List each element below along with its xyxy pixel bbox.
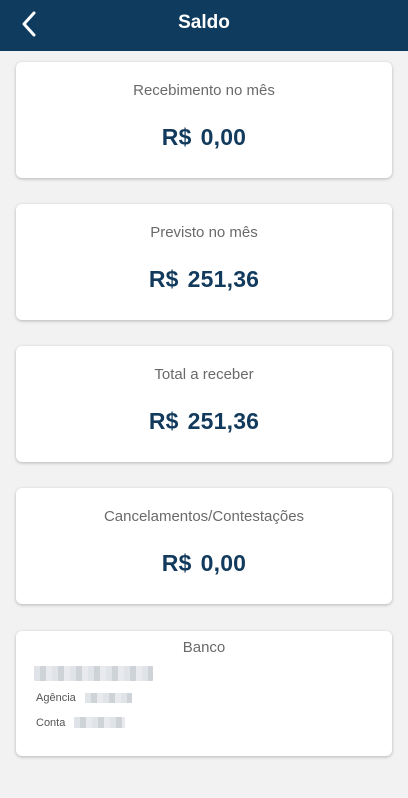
bank-card: Banco Agência Conta: [16, 631, 392, 756]
card-label: Cancelamentos/Contestações: [103, 508, 305, 525]
card-value: R$ 0,00: [16, 124, 392, 151]
conta-label: Conta: [36, 717, 66, 729]
back-button[interactable]: [14, 9, 44, 39]
agencia-label: Agência: [36, 692, 76, 704]
bank-name-redacted: [34, 666, 153, 681]
card-cancelamentos: Cancelamentos/Contestações R$ 0,00: [16, 488, 392, 604]
balance-content: Recebimento no mês R$ 0,00 Previsto no mê…: [0, 51, 408, 798]
amount: 0,00: [200, 124, 247, 150]
amount: 0,00: [200, 550, 247, 576]
card-label: Previsto no mês: [150, 224, 258, 241]
card-previsto-mes: Previsto no mês R$ 251,36: [16, 204, 392, 320]
currency-symbol: R$: [161, 550, 192, 576]
amount: 251,36: [187, 266, 260, 292]
card-value: R$ 0,00: [16, 550, 392, 577]
app-bar: Saldo: [0, 0, 408, 51]
chevron-left-icon: [22, 11, 36, 37]
card-value: R$ 251,36: [16, 408, 392, 435]
currency-symbol: R$: [148, 408, 179, 434]
page-title: Saldo: [178, 11, 230, 33]
currency-symbol: R$: [148, 266, 179, 292]
card-total-receber: Total a receber R$ 251,36: [16, 346, 392, 462]
bank-title: Banco: [182, 639, 226, 656]
agencia-value-redacted: [85, 693, 132, 703]
currency-symbol: R$: [161, 124, 192, 150]
amount: 251,36: [187, 408, 260, 434]
conta-value-redacted: [74, 717, 125, 728]
card-label: Recebimento no mês: [133, 82, 275, 99]
card-value: R$ 251,36: [16, 266, 392, 293]
card-label: Total a receber: [154, 366, 254, 383]
card-recebimento-mes: Recebimento no mês R$ 0,00: [16, 62, 392, 178]
